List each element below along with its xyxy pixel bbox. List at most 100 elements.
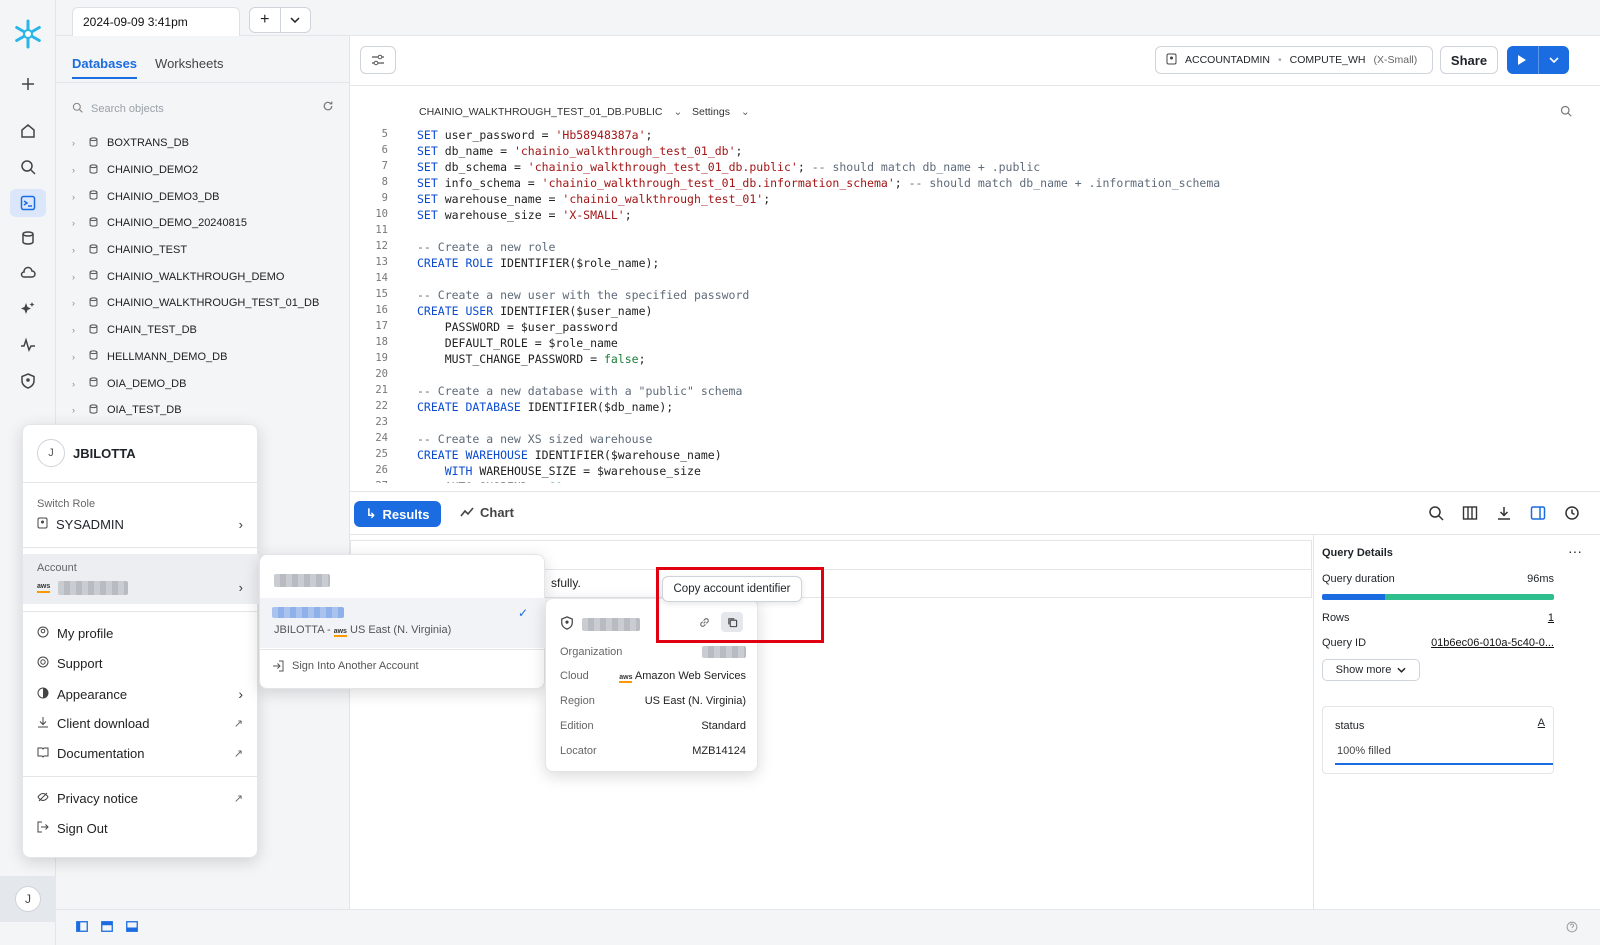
sign-in-icon [272, 660, 284, 675]
code-line[interactable]: 18 DEFAULT_ROLE = $role_name [350, 336, 1600, 352]
show-more-button[interactable]: Show more [1322, 659, 1420, 681]
sql-editor[interactable]: 5 SET user_password = 'Hb58948387a'; 6 SET … [350, 128, 1600, 483]
editor-search-icon[interactable] [1560, 105, 1572, 120]
user-avatar-button[interactable]: J [0, 876, 56, 922]
code-line[interactable]: 8 SET info_schema = 'chainio_walkthrough_… [350, 176, 1600, 192]
toggle-editor-panel-icon[interactable] [101, 921, 113, 935]
code-line[interactable]: 15 -- Create a new user with the specifie… [350, 288, 1600, 304]
account-item[interactable]: Account aws › [23, 554, 259, 604]
search-results-icon[interactable] [1428, 505, 1444, 524]
redacted-account-name [58, 580, 129, 595]
worksheet-tab[interactable]: 2024-09-09 3:41pm [72, 7, 240, 36]
appearance-item[interactable]: Appearance › [37, 686, 243, 702]
filter-sliders-icon[interactable] [360, 46, 396, 74]
code-line[interactable]: 14 [350, 272, 1600, 288]
database-list: › BOXTRANS_DB › CHAINIO_DEMO2 › CHAINIO_DEMO3… [72, 130, 342, 424]
snowflake-logo[interactable] [12, 18, 44, 50]
home-icon[interactable] [16, 119, 40, 143]
database-list-item[interactable]: › CHAINIO_DEMO2 [72, 157, 342, 184]
cloud-icon[interactable] [16, 261, 40, 285]
database-icon[interactable] [16, 226, 40, 250]
database-list-item[interactable]: › BOXTRANS_DB [72, 130, 342, 157]
code-line[interactable]: 12 -- Create a new role [350, 240, 1600, 256]
download-icon[interactable] [1496, 505, 1512, 524]
tab-databases[interactable]: Databases [72, 56, 138, 79]
sign-out-item[interactable]: Sign Out [37, 821, 243, 836]
database-list-item[interactable]: › CHAINIO_WALKTHROUGH_DEMO [72, 263, 342, 290]
tab-dropdown-button[interactable] [281, 8, 311, 32]
contrast-icon [37, 687, 49, 702]
code-line[interactable]: 17 PASSWORD = $user_password [350, 320, 1600, 336]
code-line[interactable]: 7 SET db_schema = 'chainio_walkthrough_te… [350, 160, 1600, 176]
tab-worksheets[interactable]: Worksheets [155, 56, 223, 79]
worksheets-icon[interactable] [10, 189, 46, 217]
help-icon[interactable] [1566, 921, 1578, 936]
chart-line-icon [460, 505, 474, 520]
documentation-item[interactable]: Documentation ↗ [37, 746, 243, 761]
more-options-icon[interactable]: ··· [1568, 543, 1582, 559]
database-list-item[interactable]: › CHAINIO_DEMO3_DB [72, 183, 342, 210]
line-number: 25 [375, 448, 388, 460]
search-icon[interactable] [16, 155, 40, 179]
chevron-right-icon: › [72, 191, 75, 202]
code-line[interactable]: 16 CREATE USER IDENTIFIER($user_name) [350, 304, 1600, 320]
toggle-results-panel-icon[interactable] [126, 921, 138, 935]
code-line[interactable]: 20 [350, 368, 1600, 384]
run-options-button[interactable] [1539, 46, 1570, 74]
code-line[interactable]: 10 SET warehouse_size = 'X-SMALL'; [350, 208, 1600, 224]
current-account-item[interactable]: ✓ JBILOTTA - aws US East (N. Virginia) [260, 598, 546, 648]
code-line[interactable]: 25 CREATE WAREHOUSE IDENTIFIER($warehouse… [350, 448, 1600, 464]
run-button[interactable] [1507, 46, 1539, 74]
refresh-icon[interactable] [322, 100, 334, 115]
code-line[interactable]: 21 -- Create a new database with a "publi… [350, 384, 1600, 400]
status-column-card[interactable]: status A 100% filled [1322, 706, 1554, 774]
chart-tab-button[interactable]: Chart [460, 505, 514, 520]
code-line[interactable]: 9 SET warehouse_name = 'chainio_walkthrou… [350, 192, 1600, 208]
history-clock-icon[interactable] [1564, 505, 1580, 524]
database-list-item[interactable]: › OIA_TEST_DB [72, 397, 342, 424]
database-list-item[interactable]: › HELLMANN_DEMO_DB [72, 344, 342, 371]
switch-role-item[interactable]: SYSADMIN › [37, 517, 243, 532]
database-list-item[interactable]: › CHAINIO_TEST [72, 237, 342, 264]
code-line[interactable]: 13 CREATE ROLE IDENTIFIER($role_name); [350, 256, 1600, 272]
role-warehouse-selector[interactable]: ACCOUNTADMIN • COMPUTE_WH (X-Small) [1155, 46, 1433, 74]
split-panel-icon[interactable] [1530, 505, 1546, 524]
database-list-item[interactable]: › CHAIN_TEST_DB [72, 317, 342, 344]
code-line[interactable]: 5 SET user_password = 'Hb58948387a'; [350, 128, 1600, 144]
database-schema-selector[interactable]: CHAINIO_WALKTHROUGH_TEST_01_DB.PUBLIC ⌄ [419, 106, 682, 118]
activity-icon[interactable] [16, 333, 40, 357]
privacy-notice-item[interactable]: Privacy notice ↗ [37, 791, 243, 806]
ai-sparkle-icon[interactable] [16, 297, 40, 321]
toggle-left-panel-icon[interactable] [76, 921, 88, 935]
database-list-item[interactable]: › CHAINIO_WALKTHROUGH_TEST_01_DB [72, 290, 342, 317]
code-line[interactable]: 23 [350, 416, 1600, 432]
chevron-right-icon: › [72, 325, 75, 336]
sign-into-another-account-item[interactable]: Sign Into Another Account [272, 660, 419, 675]
search-objects-field[interactable]: Search objects [72, 98, 334, 120]
client-download-item[interactable]: Client download ↗ [37, 716, 243, 731]
support-item[interactable]: Support [37, 656, 243, 671]
plus-icon[interactable] [16, 72, 40, 96]
code-line[interactable]: 27 AUTO_SUSPEND = 60 [350, 480, 1600, 483]
code-line[interactable]: 22 CREATE DATABASE IDENTIFIER($db_name); [350, 400, 1600, 416]
rows-value[interactable]: 1 [1548, 612, 1554, 624]
username: JBILOTTA [73, 445, 136, 461]
settings-dropdown[interactable]: Settings ⌄ [692, 106, 750, 118]
code-line[interactable]: 26 WITH WAREHOUSE_SIZE = $warehouse_size [350, 464, 1600, 480]
database-list-item[interactable]: › OIA_DEMO_DB [72, 370, 342, 397]
add-tab-button[interactable]: + [250, 8, 281, 32]
my-profile-item[interactable]: My profile [37, 626, 243, 641]
share-button[interactable]: Share [1440, 46, 1498, 74]
database-list-item[interactable]: › CHAINIO_DEMO_20240815 [72, 210, 342, 237]
columns-icon[interactable] [1462, 505, 1478, 524]
results-tab-button[interactable]: ↳ Results [354, 501, 441, 527]
locator-value: MZB14124 [692, 745, 746, 757]
code-line[interactable]: 19 MUST_CHANGE_PASSWORD = false; [350, 352, 1600, 368]
code-line[interactable]: 11 [350, 224, 1600, 240]
query-id-value[interactable]: 01b6ec06-010a-5c40-0... [1431, 637, 1554, 649]
code-line[interactable]: 6 SET db_name = 'chainio_walkthrough_test… [350, 144, 1600, 160]
code-line[interactable]: 24 -- Create a new XS sized warehouse [350, 432, 1600, 448]
code-text: CREATE ROLE IDENTIFIER($role_name); [417, 256, 660, 270]
chevron-right-icon: › [72, 138, 75, 149]
admin-shield-icon[interactable] [16, 369, 40, 393]
